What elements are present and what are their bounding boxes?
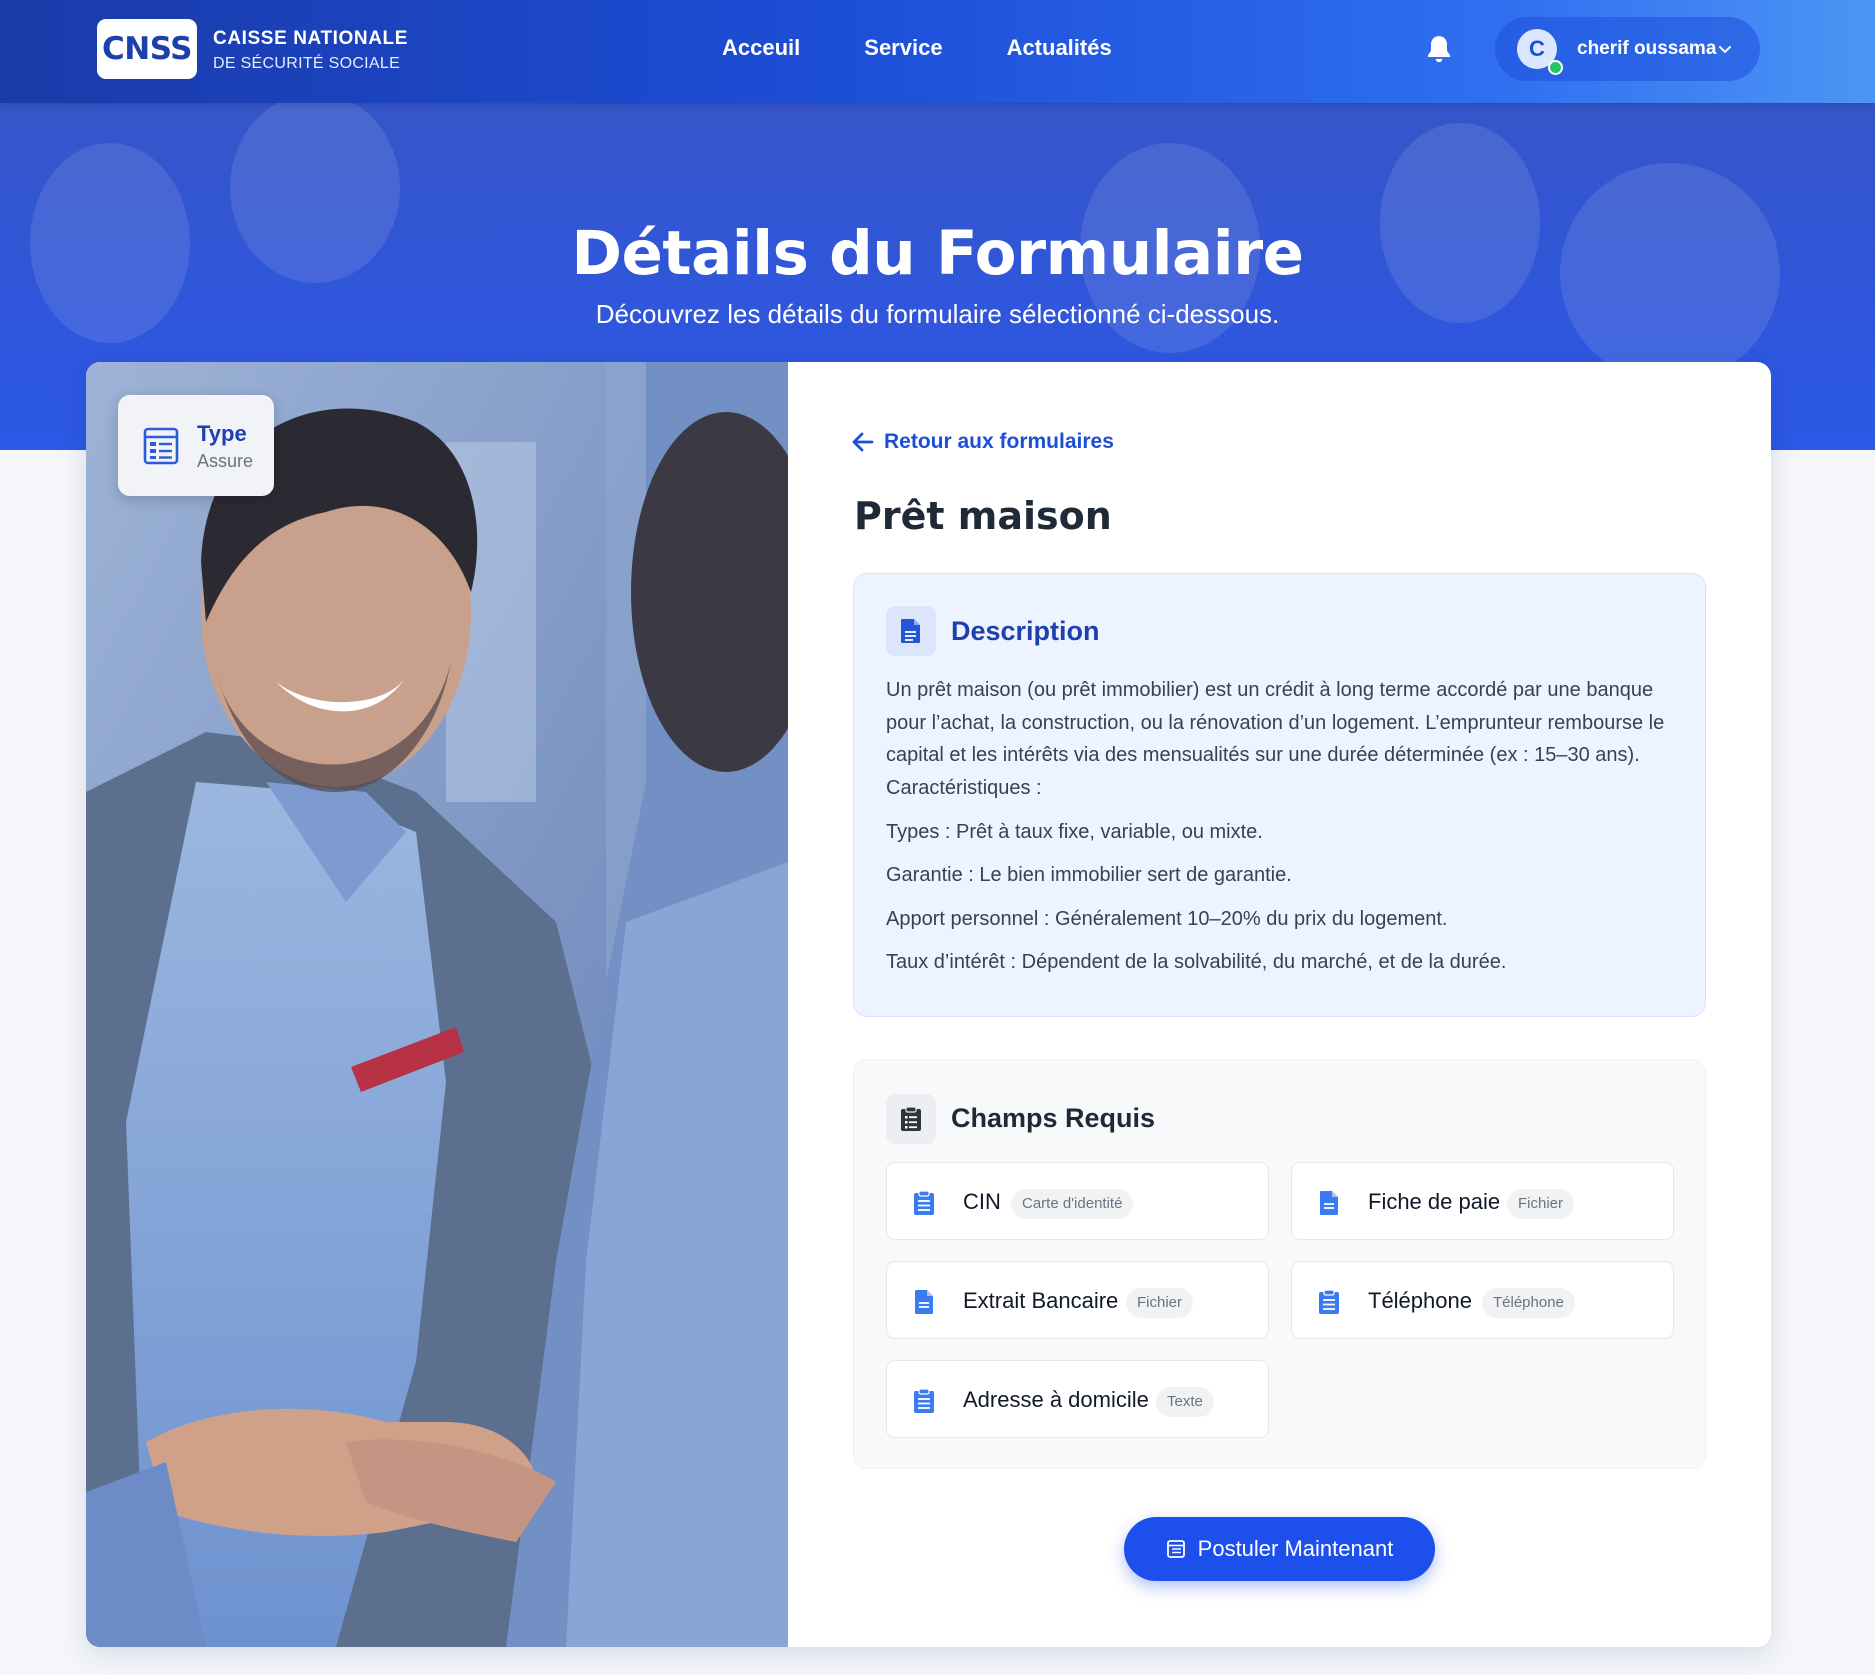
- online-status-dot: [1548, 60, 1563, 75]
- field-label: Téléphone: [1368, 1288, 1472, 1313]
- notification-bell-icon[interactable]: [1424, 33, 1454, 65]
- field-label: Adresse à domicile: [963, 1387, 1149, 1412]
- type-badge-value: Assure: [197, 451, 254, 471]
- required-field-adresse-a-domicile: Adresse à domicile Texte: [886, 1360, 1269, 1438]
- description-section: Description Un prêt maison (ou prêt immo…: [853, 573, 1706, 1017]
- type-badge-label: Type: [197, 421, 247, 446]
- nav-link-service[interactable]: Service: [864, 35, 942, 61]
- description-paragraph: Un prêt maison (ou prêt immobilier) est …: [886, 679, 1665, 799]
- handshake-photo-illustration: [86, 362, 788, 1647]
- logo-text: CNSS: [102, 31, 192, 67]
- form-title: Prêt maison: [854, 494, 1112, 538]
- required-fields-section: Champs Requis CIN Carte d'identité Fiche…: [853, 1059, 1706, 1469]
- field-label: Fiche de paie: [1368, 1189, 1501, 1214]
- org-name-line2: DE SÉCURITÉ SOCIALE: [213, 55, 401, 72]
- form-list-icon: [143, 427, 179, 465]
- field-type-tag: Téléphone: [1482, 1288, 1575, 1318]
- required-fields-heading: Champs Requis: [951, 1103, 1156, 1133]
- required-field-telephone: Téléphone Téléphone: [1291, 1261, 1674, 1339]
- field-label: Extrait Bancaire: [963, 1288, 1119, 1313]
- user-menu[interactable]: C cherif oussama: [1495, 17, 1760, 81]
- arrow-left-icon: [852, 432, 874, 452]
- org-name-line1: CAISSE NATIONALE: [213, 28, 409, 49]
- back-link-label: Retour aux formulaires: [884, 430, 1114, 453]
- back-to-forms-link[interactable]: Retour aux formulaires: [852, 430, 1114, 454]
- page-title: Détails du Formulaire: [571, 218, 1304, 289]
- field-type-tag: Fichier: [1126, 1288, 1194, 1318]
- field-type-tag: Carte d'identité: [1011, 1189, 1134, 1219]
- user-name: cherif oussama: [1577, 38, 1717, 59]
- nav-link-acceuil[interactable]: Acceuil: [722, 35, 800, 61]
- apply-button-label: Postuler Maintenant: [1197, 1536, 1394, 1561]
- field-type-tag: Fichier: [1507, 1189, 1575, 1219]
- document-icon: [886, 606, 936, 656]
- cnss-logo[interactable]: CNSS: [97, 19, 197, 79]
- description-paragraph: Garantie : Le bien immobilier sert de ga…: [886, 864, 1292, 886]
- clipboard-icon: [914, 1190, 934, 1215]
- form-photo: Type Assure: [86, 362, 788, 1647]
- file-icon: [1320, 1191, 1338, 1215]
- required-field-fiche-de-paie: Fiche de paie Fichier: [1291, 1162, 1674, 1240]
- top-navbar: CNSS CAISSE NATIONALE DE SÉCURITÉ SOCIAL…: [0, 0, 1875, 103]
- field-type-tag: Texte: [1156, 1387, 1214, 1417]
- form-icon: [1166, 1540, 1185, 1558]
- description-paragraph: Taux d’intérêt : Dépendent de la solvabi…: [886, 951, 1507, 973]
- chevron-down-icon: [1719, 46, 1731, 53]
- description-paragraph: Apport personnel : Généralement 10–20% d…: [886, 908, 1448, 930]
- required-field-extrait-bancaire: Extrait Bancaire Fichier: [886, 1261, 1269, 1339]
- description-paragraph: Types : Prêt à taux fixe, variable, ou m…: [886, 821, 1263, 843]
- apply-now-button[interactable]: Postuler Maintenant: [1124, 1517, 1435, 1581]
- nav-link-actualites[interactable]: Actualités: [1007, 35, 1112, 61]
- required-field-cin: CIN Carte d'identité: [886, 1162, 1269, 1240]
- clipboard-list-icon: [886, 1094, 936, 1144]
- field-label: CIN: [963, 1189, 1001, 1214]
- main-nav: Acceuil Service Actualités: [722, 35, 1112, 61]
- clipboard-icon: [1319, 1289, 1339, 1314]
- file-icon: [915, 1290, 933, 1314]
- form-detail-card: Type Assure Retour aux formulaires Prêt …: [86, 362, 1771, 1647]
- page-subtitle: Découvrez les détails du formulaire séle…: [595, 299, 1280, 329]
- type-badge: Type Assure: [118, 395, 274, 496]
- description-heading: Description: [951, 616, 1100, 646]
- clipboard-icon: [914, 1388, 934, 1413]
